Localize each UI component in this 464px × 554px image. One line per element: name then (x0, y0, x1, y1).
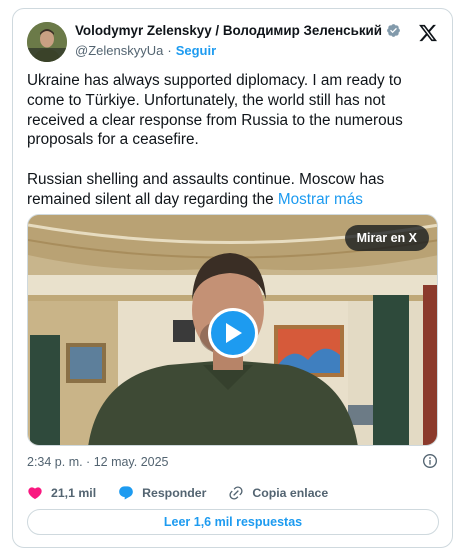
author-display-name[interactable]: Volodymyr Zelenskyy / Володимир Зеленськ… (75, 23, 382, 38)
embedded-post-card: Volodymyr Zelenskyy / Володимир Зеленськ… (12, 8, 453, 548)
watch-on-x-button[interactable]: Mirar en X (344, 225, 429, 251)
read-replies-button[interactable]: Leer 1,6 mil respuestas (27, 509, 439, 535)
info-icon[interactable] (422, 453, 438, 469)
reply-label: Responder (142, 486, 207, 500)
copy-link-label: Copia enlace (252, 486, 329, 500)
post-timestamp[interactable]: 2:34 p. m. · 12 may. 2025 (27, 455, 169, 469)
author-handle[interactable]: @ZelenskyyUa (75, 43, 163, 58)
author-name-row[interactable]: Volodymyr Zelenskyy / Володимир Зеленськ… (75, 23, 401, 38)
x-logo-icon[interactable] (418, 23, 438, 43)
like-button[interactable]: 21,1 mil (27, 485, 96, 501)
video-player[interactable]: Mirar en X (27, 214, 438, 446)
post-paragraph-1: Ukraine has always supported diplomacy. … (27, 72, 403, 149)
separator-dot: · (167, 43, 172, 58)
play-icon (226, 323, 242, 343)
avatar[interactable] (27, 22, 67, 62)
reply-button[interactable]: Responder (118, 485, 206, 501)
action-bar: 21,1 mil Responder Copia enlace (27, 485, 350, 501)
like-count: 21,1 mil (51, 486, 97, 500)
play-button[interactable] (208, 308, 258, 358)
handle-row: @ZelenskyyUa · Seguir (75, 43, 216, 58)
heart-icon (28, 487, 42, 500)
follow-button[interactable]: Seguir (176, 43, 216, 58)
post-paragraph-2: Russian shelling and assaults continue. … (27, 170, 439, 210)
post-text: Ukraine has always supported diplomacy. … (27, 71, 439, 210)
reply-bubble-icon (119, 486, 133, 500)
show-more-link[interactable]: Mostrar más (278, 191, 363, 208)
verified-badge-icon (387, 24, 400, 37)
copy-link-button[interactable]: Copia enlace (228, 485, 328, 501)
link-icon (229, 486, 243, 500)
